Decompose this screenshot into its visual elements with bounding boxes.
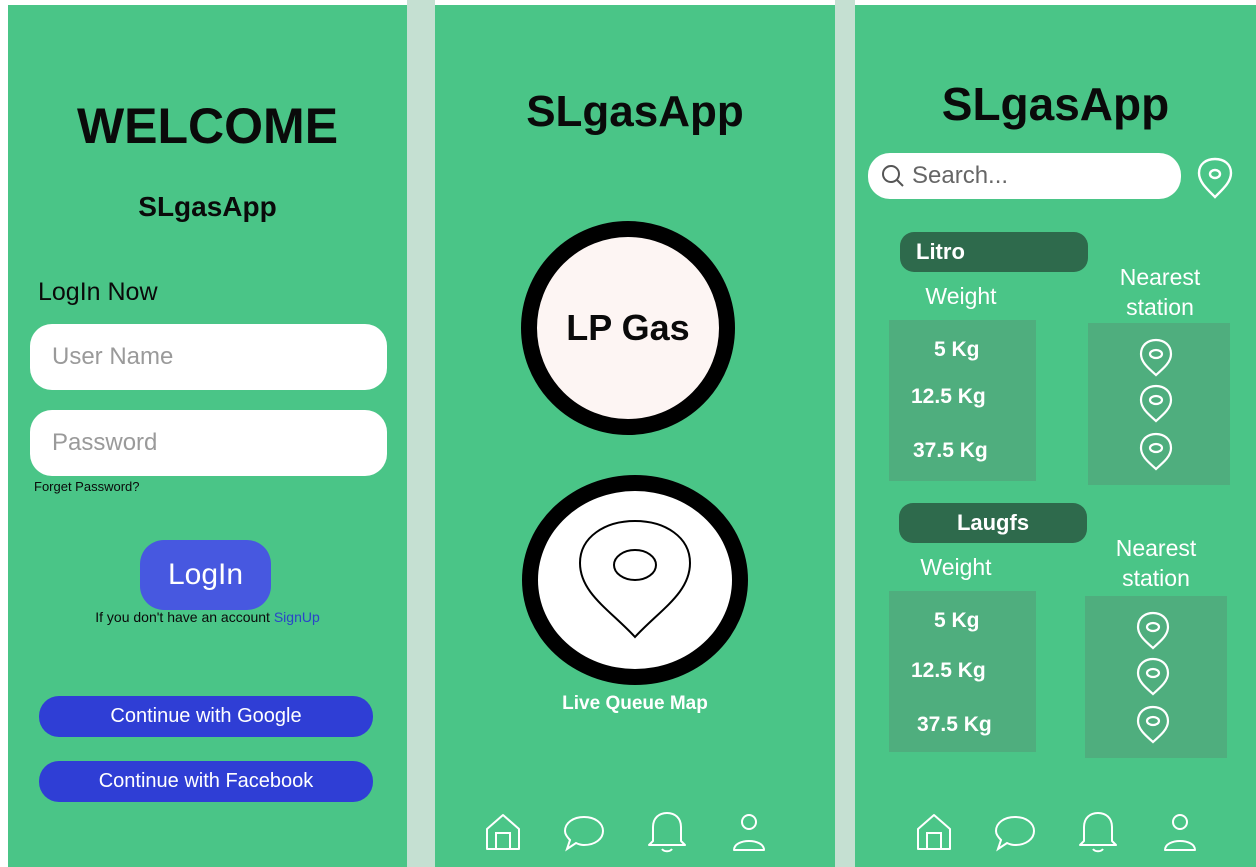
bell-icon[interactable]	[1076, 807, 1120, 855]
weight-item[interactable]: 5 Kg	[934, 338, 980, 362]
lp-gas-label: LP Gas	[566, 307, 690, 348]
brand-pill-laugfs[interactable]: Laugfs	[899, 503, 1087, 543]
weight-item[interactable]: 12.5 Kg	[911, 659, 986, 683]
home-screen: SLgasApp LP Gas Live Queue Map	[435, 5, 835, 867]
nearest-label: Nearest	[1119, 264, 1201, 290]
app-name: SLgasApp	[138, 191, 277, 222]
login-screen: WELCOME SLgasApp LogIn Now Forget Passwo…	[8, 5, 407, 867]
chat-icon[interactable]	[993, 813, 1037, 853]
chat-icon[interactable]	[562, 813, 606, 853]
list-title: SLgasApp	[941, 78, 1170, 130]
weight-panel: 5 Kg 12.5 Kg 37.5 Kg	[889, 591, 1036, 752]
weight-item[interactable]: 5 Kg	[934, 609, 980, 633]
user-icon[interactable]	[731, 810, 767, 854]
location-pin-icon[interactable]	[1138, 431, 1174, 471]
search-bar[interactable]: Search...	[868, 153, 1181, 199]
weight-panel: 5 Kg 12.5 Kg 37.5 Kg	[889, 320, 1036, 481]
brand-label: Litro	[916, 239, 965, 264]
live-queue-map-button[interactable]	[522, 475, 748, 685]
search-icon	[882, 165, 904, 187]
weight-label: Weight	[920, 554, 992, 580]
screen-divider	[835, 0, 855, 867]
station-label: station	[1126, 294, 1194, 320]
location-icon[interactable]	[1196, 156, 1234, 200]
location-pin-icon[interactable]	[1138, 337, 1174, 377]
signup-row: If you don't have an account SignUp	[8, 609, 407, 625]
weight-label: Weight	[925, 283, 997, 309]
username-input[interactable]	[30, 324, 387, 390]
station-panel	[1085, 596, 1227, 758]
login-button[interactable]: LogIn	[140, 540, 271, 610]
weight-item[interactable]: 12.5 Kg	[911, 385, 986, 409]
no-account-text: If you don't have an account	[95, 609, 270, 625]
station-panel	[1088, 323, 1230, 485]
user-icon[interactable]	[1162, 810, 1198, 854]
location-pin-icon[interactable]	[1135, 704, 1171, 744]
home-title: SLgasApp	[526, 87, 744, 136]
weight-item[interactable]: 37.5 Kg	[913, 439, 988, 463]
location-pin-icon	[578, 519, 692, 639]
brand-label: Laugfs	[956, 510, 1030, 535]
login-heading: LogIn Now	[38, 278, 158, 306]
home-icon[interactable]	[482, 811, 524, 853]
live-queue-map-label: Live Queue Map	[562, 693, 708, 714]
home-icon[interactable]	[913, 811, 955, 853]
google-login-button[interactable]: Continue with Google	[39, 696, 373, 737]
password-input[interactable]	[30, 410, 387, 476]
weight-item[interactable]: 37.5 Kg	[917, 713, 992, 737]
location-pin-icon[interactable]	[1135, 610, 1171, 650]
location-pin-icon[interactable]	[1135, 656, 1171, 696]
signup-link[interactable]: SignUp	[274, 609, 320, 625]
bell-icon[interactable]	[645, 807, 689, 855]
lp-gas-button[interactable]: LP Gas	[521, 221, 735, 435]
station-list-screen: SLgasApp Search... Litro Weight Nearest …	[855, 5, 1256, 867]
welcome-title: WELCOME	[76, 98, 339, 154]
screen-divider	[407, 0, 435, 867]
nearest-label: Nearest	[1115, 535, 1197, 561]
facebook-login-button[interactable]: Continue with Facebook	[39, 761, 373, 802]
brand-pill-litro[interactable]: Litro	[900, 232, 1088, 272]
station-label: station	[1122, 565, 1190, 591]
location-pin-icon[interactable]	[1138, 383, 1174, 423]
forgot-password-link[interactable]: Forget Password?	[34, 479, 140, 494]
search-placeholder: Search...	[912, 162, 1009, 189]
